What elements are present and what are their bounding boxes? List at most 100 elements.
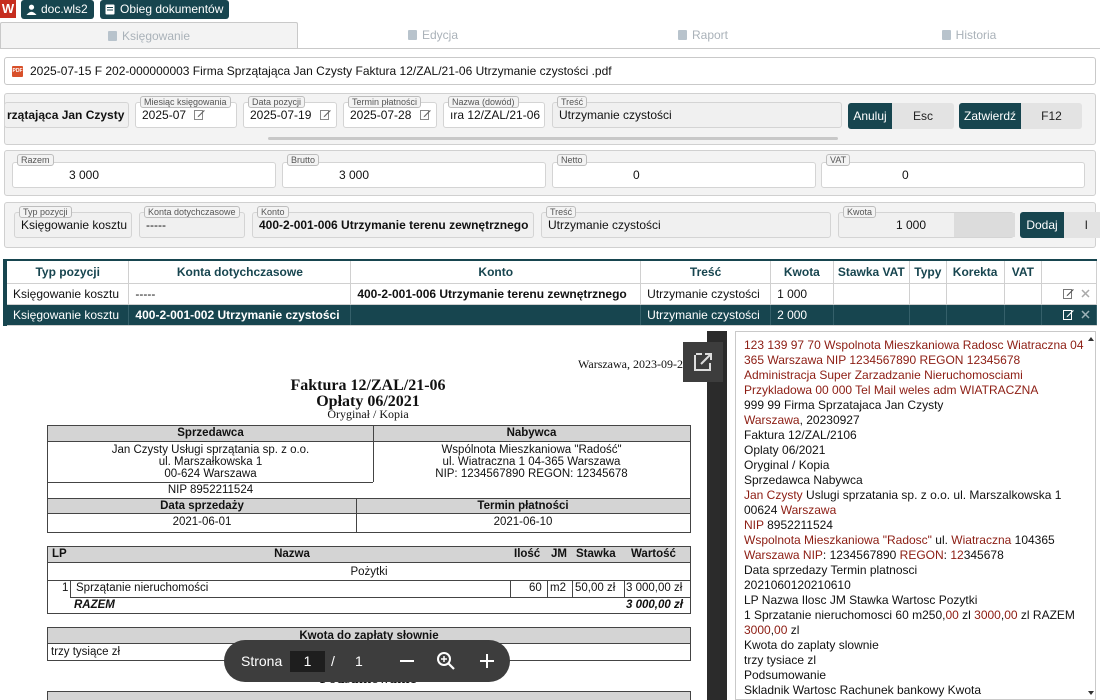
pdf-pay-term-header: Termin płatności bbox=[477, 500, 569, 512]
ocr-segment: 104365 bbox=[1011, 533, 1055, 547]
page-input[interactable]: 1 bbox=[290, 651, 325, 672]
confirm-button-label: Zatwierdź bbox=[959, 103, 1021, 129]
col-header[interactable]: Kwota bbox=[770, 259, 834, 284]
ocr-segment: LP Nazwa Ilosc JM Stawka Wartosc Pozytki bbox=[744, 593, 978, 607]
tab-edycja[interactable]: Edycja bbox=[298, 22, 568, 49]
amount-label: Kwota bbox=[843, 206, 877, 218]
file-name-row[interactable]: PDF 2025-07-15 F 202-000000003 Firma Spr… bbox=[4, 57, 1096, 85]
delete-row-icon[interactable] bbox=[1081, 288, 1090, 298]
col-header[interactable]: Konta dotychczasowe bbox=[128, 259, 352, 284]
ocr-segment: zl RAZEM bbox=[1017, 608, 1075, 622]
edit-icon[interactable] bbox=[194, 109, 206, 120]
entry-content-value: Utrzymanie czystości bbox=[548, 218, 661, 232]
delete-row-icon[interactable] bbox=[1081, 309, 1090, 319]
ocr-line: 2021060120210610 bbox=[744, 578, 1087, 593]
contractor-field[interactable]: rzątająca Jan Czysty bbox=[4, 102, 129, 128]
user-icon bbox=[26, 4, 37, 15]
pdf-item-qty: 60 bbox=[529, 582, 542, 594]
previous-accounts-field[interactable]: Konta dotychczasowe ----- bbox=[139, 206, 245, 238]
col-header[interactable]: Treść bbox=[640, 259, 772, 284]
edit-row-icon[interactable] bbox=[1062, 309, 1074, 320]
account-label: Konto bbox=[257, 206, 289, 218]
item-date-field[interactable]: Data pozycji 2025-07-19 bbox=[243, 96, 337, 128]
edit-row-icon[interactable] bbox=[1062, 288, 1074, 299]
scroll-down-icon[interactable] bbox=[1088, 690, 1094, 696]
ocr-segment: Warszawa bbox=[780, 503, 837, 517]
open-external-icon bbox=[694, 353, 712, 371]
cancel-button[interactable]: Anuluj Esc bbox=[848, 103, 954, 129]
pdf-rule bbox=[510, 580, 511, 597]
ocr-segment: Skladnik Wartosc Rachunek bankowy Kwota bbox=[744, 683, 981, 697]
entry-type-field[interactable]: Typ pozycji Księgowanie kosztu bbox=[14, 206, 132, 238]
account-value: 400-2-001-006 Utrzymanie terenu zewnętrz… bbox=[259, 218, 529, 232]
col-header[interactable]: Stawka VAT bbox=[833, 259, 910, 284]
amount-field-suffix bbox=[954, 213, 1015, 237]
edit-icon[interactable] bbox=[419, 109, 431, 120]
horizontal-scrollbar[interactable] bbox=[268, 137, 838, 140]
pdf-seller-block: Jan Czysty Usługi sprzątania sp. z o.o. … bbox=[48, 444, 373, 480]
cell-content: Utrzymanie czystości bbox=[640, 304, 772, 326]
scroll-up-icon[interactable] bbox=[1088, 336, 1094, 342]
vertical-scrollbar[interactable] bbox=[1088, 336, 1094, 696]
ocr-line: Kwota do zaplaty slownie bbox=[744, 638, 1087, 653]
account-field[interactable]: Konto 400-2-001-006 Utrzymanie terenu ze… bbox=[252, 206, 534, 238]
table-row[interactable]: Księgowanie kosztu ----- 400-2-001-006 U… bbox=[3, 283, 1097, 305]
col-header[interactable]: Konto bbox=[350, 259, 642, 284]
ocr-text-panel[interactable]: 123 139 97 70 Wspolnota Mieszkaniowa Rad… bbox=[735, 331, 1096, 700]
ocr-segment: : 1234567890 bbox=[822, 548, 900, 562]
ocr-line: trzy tysiace zl bbox=[744, 653, 1087, 668]
ocr-segment: Wspolnota Mieszkaniowa "Radosc" bbox=[744, 533, 932, 547]
document-name-label: Nazwa (dowód) bbox=[448, 96, 519, 108]
col-header[interactable]: Korekta bbox=[946, 259, 1005, 284]
add-button[interactable]: Dodaj I bbox=[1020, 212, 1100, 238]
edit-icon[interactable] bbox=[319, 109, 331, 120]
ocr-segment: 999 99 Firma Sprzatajaca Jan Czysty bbox=[744, 398, 944, 412]
month-field[interactable]: Miesiąc księgowania 2025-07 bbox=[135, 96, 237, 128]
zoom-in-icon[interactable] bbox=[478, 652, 496, 670]
entry-content-field[interactable]: Treść Utrzymanie czystości bbox=[541, 206, 831, 238]
amount-field[interactable]: Kwota 1 000 bbox=[838, 206, 1015, 238]
previous-accounts-value: ----- bbox=[146, 218, 166, 232]
ocr-segment: 3000 bbox=[974, 608, 1001, 622]
tab-raport[interactable]: Raport bbox=[568, 22, 838, 49]
pdf-sale-date-header: Data sprzedaży bbox=[160, 500, 244, 512]
col-header[interactable]: Typ pozycji bbox=[3, 259, 130, 284]
ocr-segment: Kwota do zaplaty slownie bbox=[744, 638, 879, 652]
ocr-segment: 00 bbox=[774, 623, 788, 637]
cell-vat bbox=[1004, 304, 1043, 326]
zoom-out-icon[interactable] bbox=[398, 652, 416, 670]
app-logo: W bbox=[0, 0, 16, 18]
ocr-line: Oryginal / Kopia bbox=[744, 458, 1087, 473]
pdf-seller-name: Jan Czysty Usługi sprzątania sp. z o.o. bbox=[111, 444, 310, 456]
netto-value: 0 bbox=[633, 168, 640, 182]
document-name-field[interactable]: Nazwa (dowód) ıra 12/ZAL/21-06 bbox=[443, 96, 545, 128]
ocr-segment: NIP bbox=[744, 518, 764, 532]
ocr-segment: trzy tysiace zl bbox=[744, 653, 817, 667]
pdf-item-name: Sprzątanie nieruchomości bbox=[76, 582, 209, 594]
tab-ksiegowanie[interactable]: Księgowanie bbox=[0, 22, 298, 49]
table-row-selected[interactable]: Księgowanie kosztu 400-2-001-002 Utrzyma… bbox=[3, 304, 1097, 326]
pdf-seller-street: ul. Marszałkowska 1 bbox=[158, 456, 263, 468]
ocr-line: Data sprzedazy Termin platnosci bbox=[744, 563, 1087, 578]
ocr-segment: Podsumowanie bbox=[744, 668, 827, 682]
payment-term-field[interactable]: Termin płatności 2025-07-28 bbox=[343, 96, 437, 128]
content-field[interactable]: Treść Utrzymanie czystości bbox=[552, 96, 842, 128]
module-chip[interactable]: Obieg dokumentów bbox=[100, 0, 230, 19]
tab-document-icon bbox=[407, 30, 417, 40]
col-header[interactable]: Typy bbox=[909, 259, 947, 284]
netto-field: Netto 0 bbox=[552, 154, 816, 188]
ocr-segment: Administracja Super Zarzadzanie Nierucho… bbox=[744, 368, 1039, 397]
user-chip[interactable]: doc.wls2 bbox=[21, 0, 94, 19]
open-external-button[interactable] bbox=[683, 342, 723, 382]
confirm-button[interactable]: Zatwierdź F12 bbox=[959, 103, 1082, 129]
tab-historia[interactable]: Historia bbox=[838, 22, 1100, 49]
tab-divider bbox=[0, 48, 1100, 49]
ocr-text-lines: 123 139 97 70 Wspolnota Mieszkaniowa Rad… bbox=[744, 338, 1087, 698]
top-bar: W doc.wls2 Obieg dokumentów bbox=[0, 0, 1100, 21]
pdf-rule bbox=[70, 597, 690, 598]
col-header[interactable]: VAT bbox=[1004, 259, 1043, 284]
pdf-item-lp: 1 bbox=[62, 582, 69, 594]
pdf-buyer-ids: NIP: 1234567890 REGON: 12345678 bbox=[435, 468, 628, 480]
tab-bar: Księgowanie Edycja Raport Historia bbox=[0, 22, 1100, 49]
zoom-fit-icon[interactable] bbox=[436, 651, 456, 671]
